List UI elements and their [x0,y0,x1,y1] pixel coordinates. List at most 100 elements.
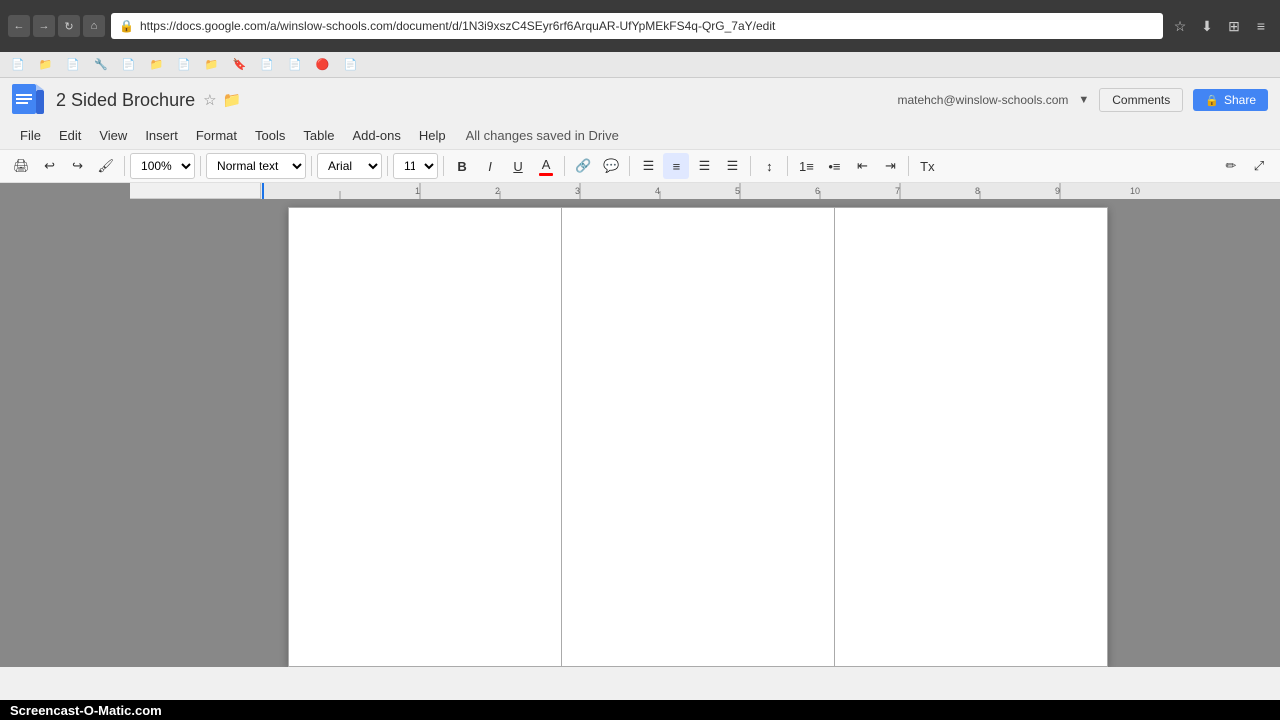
document-title[interactable]: 2 Sided Brochure [56,90,195,111]
browser-right-icons: ☆ ⬇ ⊞ ≡ [1169,15,1272,37]
saved-status: All changes saved in Drive [466,128,619,143]
bookmark-item[interactable]: 🔖 [228,56,252,73]
main-area [0,199,1280,667]
lock-icon: 🔒 [1205,94,1219,107]
menu-table[interactable]: Table [295,124,342,147]
bookmark-item[interactable]: 📄 [61,56,85,73]
toolbar-divider [124,156,125,176]
menu-insert[interactable]: Insert [137,124,186,147]
column-1[interactable] [288,208,561,667]
comments-button[interactable]: Comments [1099,88,1183,112]
redo-button[interactable]: ↪ [65,153,91,179]
toolbar-divider [629,156,630,176]
font-select[interactable]: Arial Times New Roman Courier New [317,153,382,179]
underline-button[interactable]: U [505,153,531,179]
undo-button[interactable]: ↩ [37,153,63,179]
toolbar-divider [311,156,312,176]
line-spacing-button[interactable]: ↕ [756,153,782,179]
zoom-select[interactable]: 100% 75% 125% 150% [130,153,195,179]
star-icon[interactable]: ☆ [203,91,216,109]
align-justify-button[interactable]: ☰ [719,153,745,179]
browser-nav-buttons[interactable]: ← → ↻ ⌂ [8,15,105,37]
bookmark-item[interactable]: 📄 [283,56,307,73]
menu-tools[interactable]: Tools [247,124,293,147]
address-bar-container[interactable]: 🔒 [111,13,1163,39]
secure-icon: 🔒 [119,19,134,33]
bookmark-item[interactable]: 📄 [172,56,196,73]
bookmark-item[interactable]: 📁 [145,56,169,73]
toolbar-divider [908,156,909,176]
reload-button[interactable]: ↻ [58,15,80,37]
align-right-button[interactable]: ☰ [691,153,717,179]
share-label: Share [1224,93,1256,107]
svg-text:6: 6 [815,186,820,196]
left-sidebar [0,199,130,667]
decrease-indent-button[interactable]: ⇤ [849,153,875,179]
menu-help[interactable]: Help [411,124,454,147]
menu-file[interactable]: File [12,124,49,147]
extensions-icon[interactable]: ⊞ [1223,15,1245,37]
title-right: matehch@winslow-schools.com ▼ Comments 🔒… [897,88,1268,112]
brochure-table [288,207,1108,667]
column-3[interactable] [834,208,1107,667]
bookmark-item[interactable]: 📁 [200,56,224,73]
paragraph-style-select[interactable]: Normal text Heading 1 Heading 2 [206,153,306,179]
svg-text:9: 9 [1055,186,1060,196]
print-button[interactable]: 🖨 [8,153,35,179]
paint-format-button[interactable]: 🖌 [93,153,120,179]
svg-text:5: 5 [735,186,740,196]
menu-format[interactable]: Format [188,124,245,147]
svg-text:8: 8 [975,186,980,196]
back-button[interactable]: ← [8,15,30,37]
docs-logo [12,84,44,116]
watermark-text: Screencast-O-Matic.com [10,703,162,718]
ruler-left-margin [0,183,130,199]
link-button[interactable]: 🔗 [570,153,596,179]
menu-addons[interactable]: Add-ons [344,124,408,147]
italic-button[interactable]: I [477,153,503,179]
forward-button[interactable]: → [33,15,55,37]
comment-button[interactable]: 💬 [598,153,624,179]
toolbar-divider [750,156,751,176]
bookmark-item[interactable]: 📄 [117,56,141,73]
document-page[interactable] [288,207,1108,667]
document-canvas[interactable] [130,199,1265,667]
increase-indent-button[interactable]: ⇥ [877,153,903,179]
toolbar-divider [787,156,788,176]
menu-view[interactable]: View [91,124,135,147]
bookmark-star-icon[interactable]: ☆ [1169,15,1191,37]
address-bar-input[interactable] [140,19,1155,33]
share-button[interactable]: 🔒 Share [1193,89,1268,111]
bookmark-item[interactable]: 🔴 [311,56,335,73]
svg-text:2: 2 [495,186,500,196]
bookmark-item[interactable]: 📁 [34,56,58,73]
download-icon[interactable]: ⬇ [1196,15,1218,37]
user-dropdown-arrow[interactable]: ▼ [1078,94,1089,106]
bulleted-list-button[interactable]: •≡ [821,153,847,179]
right-scrollbar[interactable] [1265,199,1280,667]
google-docs-app: 2 Sided Brochure ☆ 📁 matehch@winslow-sch… [0,78,1280,667]
font-size-select[interactable]: 11 8 10 12 14 [393,153,438,179]
align-left-button[interactable]: ☰ [635,153,661,179]
edit-mode-button[interactable]: ✏ [1218,153,1244,179]
chrome-menu-icon[interactable]: ≡ [1250,15,1272,37]
folder-icon[interactable]: 📁 [223,91,242,109]
clear-formatting-button[interactable]: Tx [914,153,940,179]
align-center-button[interactable]: ≡ [663,153,689,179]
title-left: 2 Sided Brochure ☆ 📁 [12,84,241,116]
home-button[interactable]: ⌂ [83,15,105,37]
expand-button[interactable]: ⤢ [1246,153,1272,179]
bookmark-item[interactable]: 🔧 [89,56,113,73]
menu-edit[interactable]: Edit [51,124,89,147]
bookmark-item[interactable]: 📄 [338,56,362,73]
watermark-bar: Screencast-O-Matic.com [0,700,1280,720]
bookmark-item[interactable]: 📄 [6,56,30,73]
bookmark-item[interactable]: 📄 [255,56,279,73]
document-title-bar: 2 Sided Brochure ☆ 📁 matehch@winslow-sch… [0,78,1280,122]
ruler-content: 1 2 3 4 5 6 7 8 9 10 [260,183,1280,199]
text-color-button[interactable]: A [533,153,559,179]
column-2[interactable] [561,208,834,667]
svg-text:3: 3 [575,186,580,196]
bold-button[interactable]: B [449,153,475,179]
numbered-list-button[interactable]: 1≡ [793,153,819,179]
